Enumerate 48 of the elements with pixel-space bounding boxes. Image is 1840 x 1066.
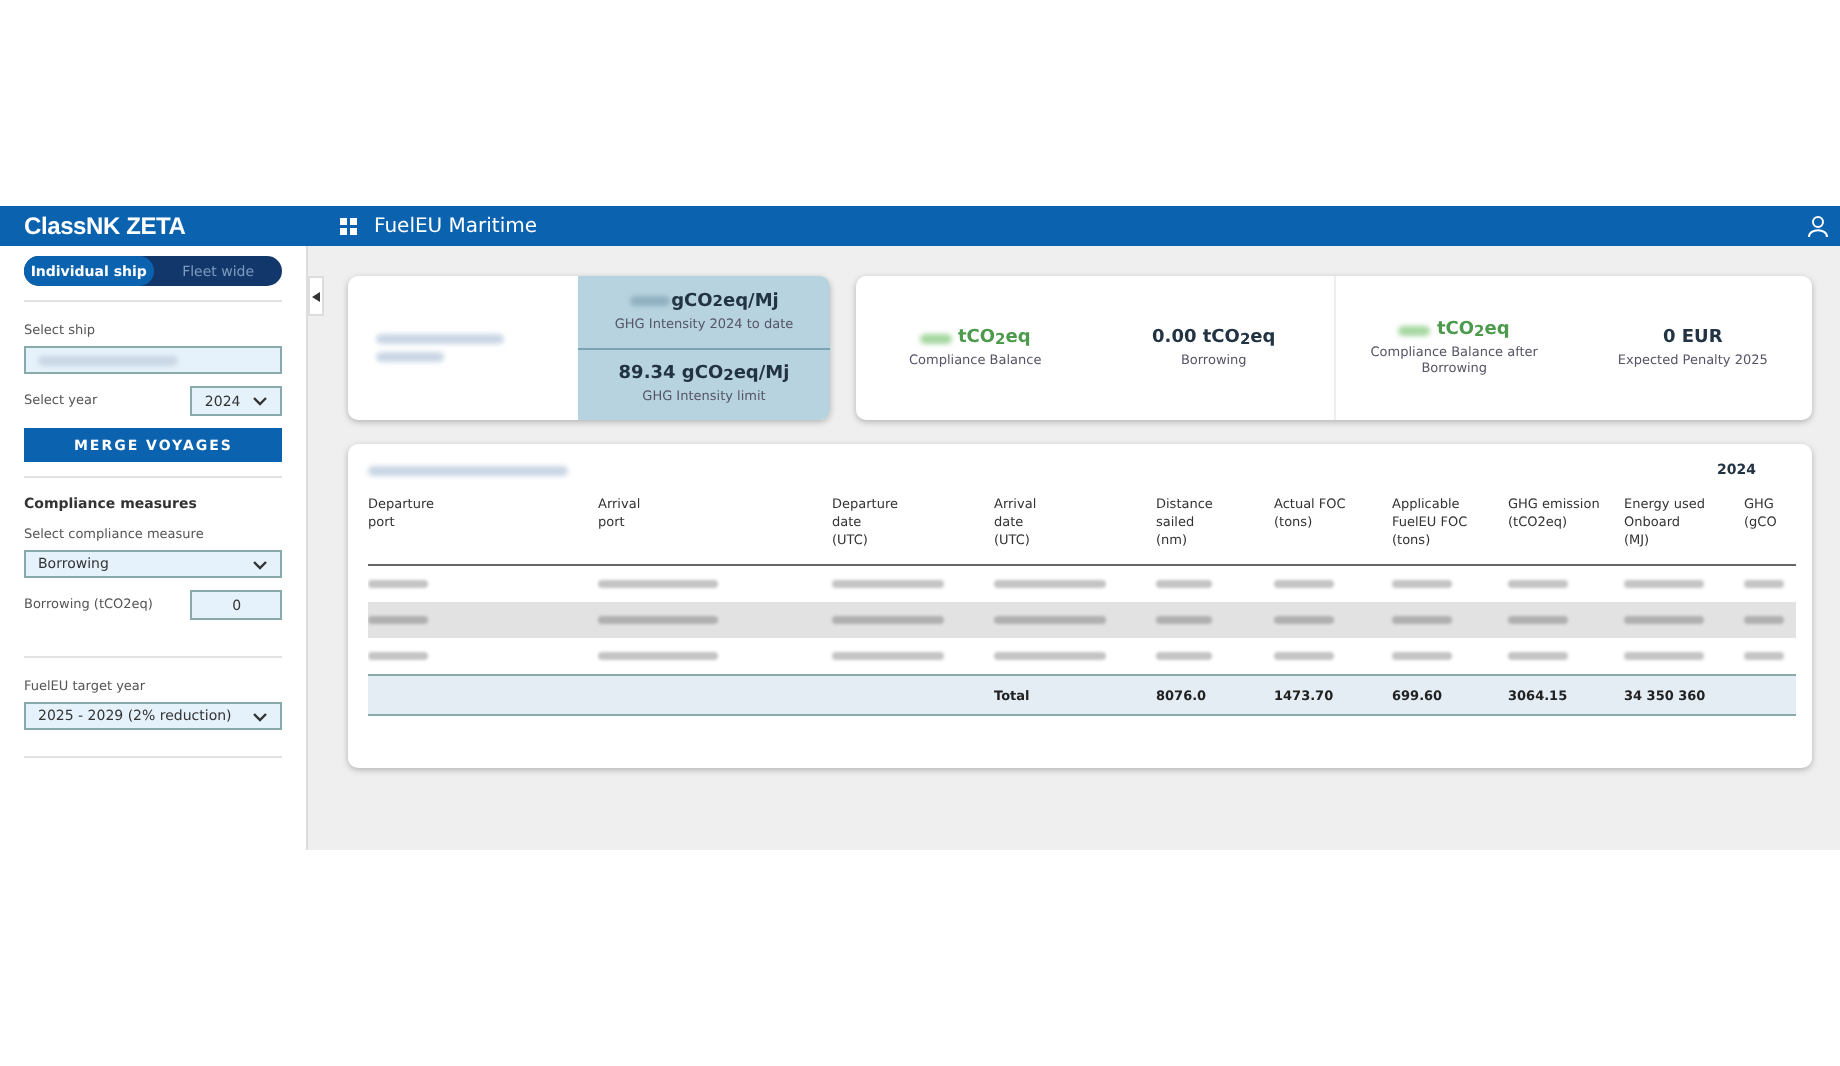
redacted-text [919,333,952,343]
redacted-text [1624,616,1704,625]
collapse-arrow-icon [312,291,321,301]
redacted-text [1398,325,1431,335]
redacted-text [1744,616,1784,625]
balance-value: 0 EUR [1662,328,1723,348]
apps-grid-icon[interactable] [340,217,358,235]
chevron-down-icon [252,396,269,406]
logo: ClassNK ZETA [24,212,188,240]
redacted-text [629,296,670,307]
redacted-text [994,580,1106,589]
redacted-text [598,616,718,625]
redacted-text [832,616,944,625]
redacted-text [1156,580,1212,589]
redacted-text [1274,616,1334,625]
redacted-text [598,580,718,589]
redacted-text [368,652,428,661]
ship-select[interactable] [24,346,283,374]
redacted-text [376,352,444,362]
user-icon[interactable] [1808,215,1828,237]
chevron-down-icon [252,559,269,569]
redacted-text [1508,580,1568,589]
redacted-text [1274,580,1334,589]
redacted-text [1624,580,1704,589]
redacted-text [368,580,428,589]
redacted-text [368,616,428,625]
redacted-text [1392,580,1452,589]
chevron-down-icon [252,711,269,721]
redacted-text [1392,652,1452,661]
table-row[interactable] [368,602,1796,639]
redacted-text [1508,652,1568,661]
redacted-text [1156,652,1212,661]
redacted-text [1744,580,1784,589]
redacted-text [832,652,944,661]
redacted-text [832,580,944,589]
collapse-tab[interactable] [308,276,324,316]
redacted-text [994,652,1106,661]
redacted-text [1624,652,1704,661]
redacted-text [376,334,504,344]
redacted-text [38,355,178,365]
app-title: FuelEU Maritime [374,215,540,237]
redacted-text [1508,616,1568,625]
redacted-text [1156,616,1212,625]
redacted-text [1744,652,1784,661]
redacted-text [1274,652,1334,661]
redacted-text [1392,616,1452,625]
redacted-text [994,616,1106,625]
redacted-text [598,652,718,661]
